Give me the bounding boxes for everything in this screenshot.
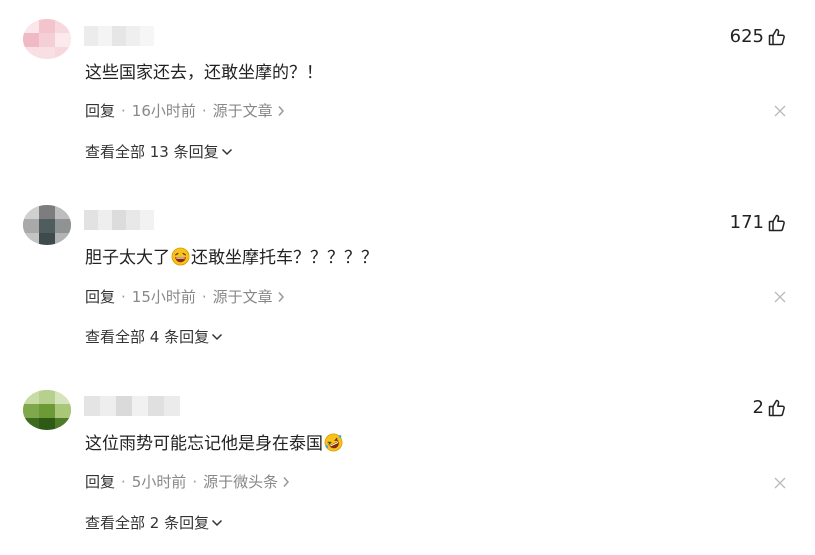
chevron-down-icon <box>212 333 223 341</box>
comment-meta: 回复 · 5小时前 · 源于微头条 <box>85 472 290 492</box>
like-button[interactable]: 171 <box>730 212 787 233</box>
source-link[interactable]: 源于文章 <box>213 287 285 307</box>
rofl-emoji-icon <box>324 433 343 452</box>
comment-text: 胆子太大了 还敢坐摩托车？？？？？ <box>85 246 378 270</box>
source-link[interactable]: 源于文章 <box>213 101 285 121</box>
username-blurred[interactable] <box>84 396 180 416</box>
chevron-down-icon <box>221 148 232 156</box>
meta-separator: · <box>121 288 126 306</box>
avatar[interactable] <box>23 205 71 245</box>
thumbs-up-icon <box>768 214 785 231</box>
close-icon[interactable] <box>774 291 786 303</box>
meta-separator: · <box>201 288 207 306</box>
like-count: 171 <box>729 212 764 233</box>
like-button[interactable]: 2 <box>753 397 787 418</box>
thumbs-up-icon <box>768 28 785 45</box>
view-all-replies-button[interactable]: 查看全部 2 条回复 <box>85 513 223 533</box>
comment-text: 这些国家还去，还敢坐摩的？！ <box>85 63 323 83</box>
reply-button[interactable]: 回复 <box>85 101 115 121</box>
meta-separator: · <box>201 102 207 120</box>
comment-text: 这位雨势可能忘记他是身在泰国 <box>85 432 344 456</box>
view-all-label: 查看全部 2 条回复 <box>85 514 210 532</box>
comment-item: 2 这位雨势可能忘记他是身在泰国 回复 · 5小时前 · 源于微头条 查看全部 <box>0 370 815 555</box>
comment-item: 171 胆子太大了 还敢坐摩托车？？？？？ 回复 · 15小时前 · 源于文章 … <box>0 185 815 370</box>
thumbs-up-icon <box>768 399 785 416</box>
comment-item: 625 这些国家还去，还敢坐摩的？！ 回复 · 16小时前 · 源于文章 查看全… <box>0 0 815 185</box>
view-all-label: 查看全部 4 条回复 <box>85 328 210 346</box>
meta-separator: · <box>192 473 198 491</box>
like-count: 625 <box>729 26 764 47</box>
comment-meta: 回复 · 16小时前 · 源于文章 <box>85 101 285 121</box>
reply-button[interactable]: 回复 <box>85 472 115 492</box>
chevron-right-icon <box>278 106 284 116</box>
comment-text-part: 胆子太大了 <box>85 248 170 268</box>
comment-meta: 回复 · 15小时前 · 源于文章 <box>85 287 285 307</box>
view-all-replies-button[interactable]: 查看全部 4 条回复 <box>85 327 223 347</box>
chevron-right-icon <box>278 292 284 302</box>
username-blurred[interactable] <box>84 210 154 230</box>
avatar[interactable] <box>23 19 71 59</box>
reply-button[interactable]: 回复 <box>85 287 115 307</box>
like-count: 2 <box>752 397 764 418</box>
chevron-down-icon <box>212 519 223 527</box>
chevron-right-icon <box>283 477 290 487</box>
comment-text-part: 这位雨势可能忘记他是身在泰国 <box>85 434 323 454</box>
view-all-label: 查看全部 13 条回复 <box>85 143 219 161</box>
close-icon[interactable] <box>774 105 786 117</box>
avatar[interactable] <box>23 390 71 430</box>
timestamp: 15小时前 <box>131 288 196 306</box>
laughing-emoji-icon <box>171 247 190 266</box>
username-blurred[interactable] <box>84 26 154 46</box>
like-button[interactable]: 625 <box>730 26 787 47</box>
meta-separator: · <box>121 102 126 120</box>
source-label: 源于文章 <box>212 102 273 120</box>
timestamp: 16小时前 <box>131 102 196 120</box>
meta-separator: · <box>121 473 126 491</box>
timestamp: 5小时前 <box>131 473 187 491</box>
source-label: 源于文章 <box>212 288 273 306</box>
comment-text-part: 还敢坐摩托车？？？？？ <box>191 248 378 268</box>
source-label: 源于微头条 <box>203 473 279 491</box>
view-all-replies-button[interactable]: 查看全部 13 条回复 <box>85 142 233 162</box>
source-link[interactable]: 源于微头条 <box>203 472 290 492</box>
close-icon[interactable] <box>774 477 786 489</box>
